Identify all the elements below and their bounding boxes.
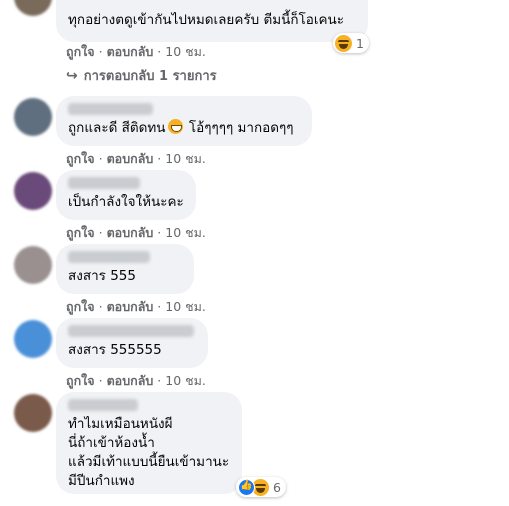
avatar[interactable] <box>14 0 52 16</box>
comment-text: ทุกอย่างตดูเข้ากันไปหมดเลยครับ ตีมนี้ก็โ… <box>68 12 345 28</box>
separator: · <box>98 225 103 240</box>
separator: · <box>157 151 162 166</box>
like-icon <box>238 478 255 496</box>
comment-text-part: ถูกและดี สีติดทน <box>68 120 166 136</box>
comment-line: แล้วมีเท้าแบบนี้ยืนเข้ามานะ <box>68 454 230 470</box>
view-replies-label: การตอบกลับ 1 รายการ <box>83 69 217 84</box>
comment-bubble: ถูกและดี สีติดทน โอ้ๆๆๆๆ มากอดๆๆ <box>56 96 312 146</box>
separator: · <box>157 373 162 388</box>
timestamp[interactable]: 10 ชม. <box>165 42 206 62</box>
avatar[interactable] <box>14 172 52 210</box>
comment-actions: ถูกใจ · ตอบกลับ · 10 ชม. <box>66 371 206 391</box>
reply-button[interactable]: ตอบกลับ <box>107 149 154 169</box>
reaction-count: 6 <box>273 479 281 495</box>
reply-button[interactable]: ตอบกลับ <box>107 297 154 317</box>
commenter-name[interactable] <box>68 103 153 115</box>
haha-icon <box>335 34 352 52</box>
comment-text-part: โอ้ๆๆๆๆ มากอดๆๆ <box>188 120 294 136</box>
separator: · <box>157 44 162 59</box>
reply-button[interactable]: ตอบกลับ <box>107 223 154 243</box>
comment-text: สงสาร 555555 <box>68 342 162 358</box>
like-button[interactable]: ถูกใจ <box>66 42 95 62</box>
like-button[interactable]: ถูกใจ <box>66 223 95 243</box>
reaction-summary[interactable]: 6 <box>236 477 286 497</box>
comment-text: สงสาร 555 <box>68 268 136 284</box>
comment-actions: ถูกใจ · ตอบกลับ · 10 ชม. <box>66 223 206 243</box>
comment-actions: ถูกใจ · ตอบกลับ · 10 ชม. <box>66 297 206 317</box>
comment-line: มีปีนกำแพง <box>68 473 135 489</box>
comment-line: นี่ถ้าเข้าห้องน้ำ <box>68 435 155 451</box>
comment-actions: ถูกใจ · ตอบกลับ · 10 ชม. <box>66 42 206 62</box>
timestamp[interactable]: 10 ชม. <box>165 149 206 169</box>
avatar[interactable] <box>14 246 52 284</box>
separator: · <box>157 299 162 314</box>
separator: · <box>98 151 103 166</box>
reply-arrow-icon: ↪ <box>66 67 78 84</box>
commenter-name[interactable] <box>68 399 138 411</box>
separator: · <box>157 225 162 240</box>
view-replies-link[interactable]: ↪ การตอบกลับ 1 รายการ <box>66 65 217 86</box>
timestamp[interactable]: 10 ชม. <box>165 371 206 391</box>
separator: · <box>98 373 103 388</box>
timestamp[interactable]: 10 ชม. <box>165 223 206 243</box>
reaction-count: 1 <box>356 35 364 51</box>
separator: · <box>98 44 103 59</box>
reply-button[interactable]: ตอบกลับ <box>107 371 154 391</box>
comment-text: เป็นกำลังใจให้นะคะ <box>68 194 184 210</box>
comment-bubble: สงสาร 555555 <box>56 318 208 368</box>
like-button[interactable]: ถูกใจ <box>66 371 95 391</box>
separator: · <box>98 299 103 314</box>
commenter-name[interactable] <box>68 251 150 263</box>
like-button[interactable]: ถูกใจ <box>66 149 95 169</box>
grinning-emoji-icon <box>167 119 183 134</box>
comment-bubble: สงสาร 555 <box>56 244 194 294</box>
commenter-name[interactable] <box>68 177 140 189</box>
comment-text: ถูกและดี สีติดทน โอ้ๆๆๆๆ มากอดๆๆ <box>68 119 300 138</box>
reply-button[interactable]: ตอบกลับ <box>107 42 154 62</box>
commenter-name[interactable] <box>68 325 194 337</box>
avatar[interactable] <box>14 320 52 358</box>
comment-bubble: เป็นกำลังใจให้นะคะ <box>56 170 196 220</box>
like-button[interactable]: ถูกใจ <box>66 297 95 317</box>
comment-bubble: ทุกอย่างตดูเข้ากันไปหมดเลยครับ ตีมนี้ก็โ… <box>56 0 368 42</box>
avatar[interactable] <box>14 394 52 432</box>
reaction-summary[interactable]: 1 <box>333 33 369 53</box>
comment-bubble: ทำไมเหมือนหนังผี นี่ถ้าเข้าห้องน้ำ แล้วม… <box>56 392 242 494</box>
timestamp[interactable]: 10 ชม. <box>165 297 206 317</box>
comment-actions: ถูกใจ · ตอบกลับ · 10 ชม. <box>66 149 206 169</box>
comment-line: ทำไมเหมือนหนังผี <box>68 416 173 432</box>
avatar[interactable] <box>14 98 52 136</box>
